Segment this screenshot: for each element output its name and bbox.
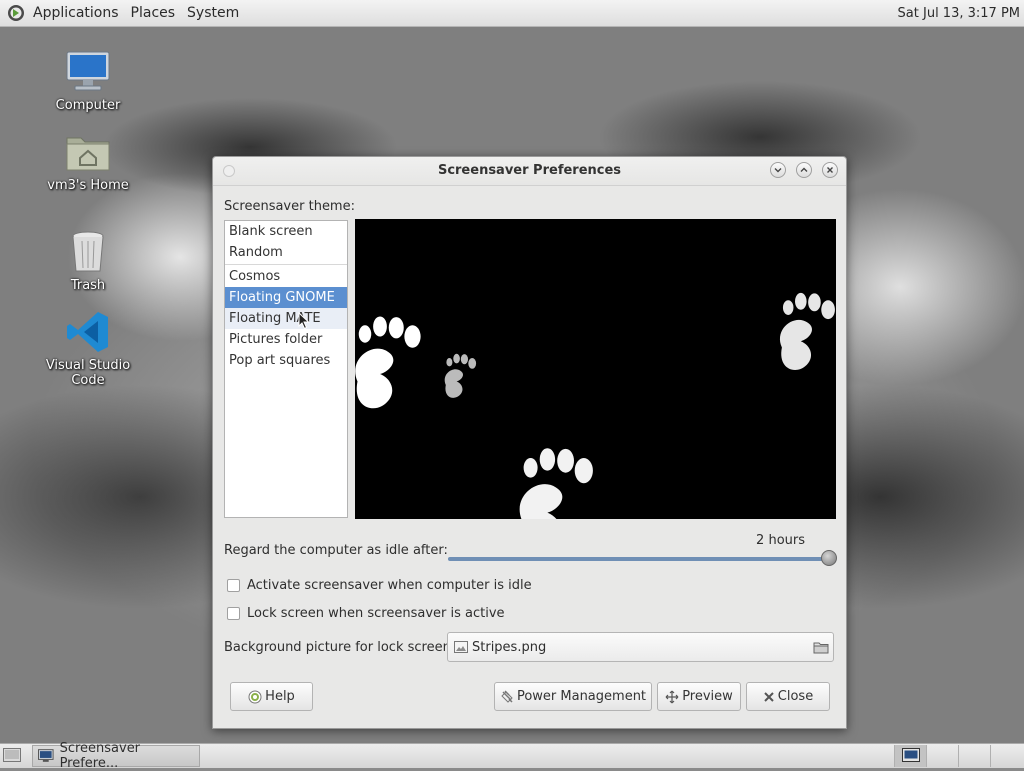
- close-button-label: Close: [777, 689, 814, 704]
- idle-slider[interactable]: [448, 550, 837, 566]
- activate-screensaver-label: Activate screensaver when computer is id…: [247, 578, 532, 593]
- close-icon: [764, 691, 774, 702]
- theme-item-floating-gnome[interactable]: Floating GNOME: [225, 287, 347, 308]
- preview-button[interactable]: Preview: [657, 682, 741, 711]
- minimize-button[interactable]: [770, 162, 786, 178]
- taskbar-item-label: Screensaver Prefere...: [59, 741, 141, 771]
- idle-label: Regard the computer as idle after:: [224, 543, 448, 558]
- idle-slider-handle[interactable]: [821, 550, 837, 566]
- desktop-icon-home[interactable]: vm3's Home: [33, 128, 143, 193]
- computer-icon: [66, 51, 110, 91]
- chevron-down-icon: [774, 168, 782, 173]
- theme-item-random[interactable]: Random: [225, 242, 347, 263]
- close-window-button[interactable]: [822, 162, 838, 178]
- workspace-4[interactable]: [990, 745, 1024, 767]
- close-button[interactable]: Close: [746, 682, 830, 711]
- trash-icon: [72, 231, 104, 272]
- vscode-icon: [67, 312, 108, 352]
- theme-item-pictures-folder[interactable]: Pictures folder: [225, 329, 347, 350]
- workspace-2[interactable]: [926, 745, 958, 767]
- theme-item-pop-art-squares[interactable]: Pop art squares: [225, 350, 347, 371]
- main-menu: Applications Places System: [0, 0, 245, 26]
- theme-list-separator: [225, 264, 347, 265]
- chevron-up-icon: [800, 167, 808, 172]
- theme-label: Screensaver theme:: [224, 199, 355, 214]
- background-file-name: Stripes.png: [472, 639, 547, 655]
- menu-system[interactable]: System: [181, 0, 245, 27]
- window-title: Screensaver Preferences: [437, 163, 622, 178]
- desktop-icon-computer[interactable]: Computer: [33, 48, 143, 113]
- help-button-label: Help: [265, 689, 295, 704]
- theme-item-floating-mate[interactable]: Floating MATE: [225, 308, 347, 329]
- desktop-icon-label: vm3's Home: [47, 178, 129, 193]
- monitor-icon: [38, 749, 54, 762]
- window-titlebar[interactable]: Screensaver Preferences: [213, 157, 846, 186]
- desktop-icon-label: Trash: [70, 278, 106, 293]
- bottom-panel: Screensaver Prefere...: [0, 741, 1024, 771]
- fullscreen-icon: [665, 690, 679, 703]
- theme-list[interactable]: Blank screen Random Cosmos Floating GNOM…: [224, 220, 348, 518]
- help-icon: [248, 690, 262, 703]
- desktop-icon-trash[interactable]: Trash: [33, 228, 143, 293]
- show-desktop-icon[interactable]: [3, 748, 21, 764]
- mouse-cursor-icon: [298, 312, 310, 330]
- folder-icon[interactable]: [813, 641, 829, 654]
- activate-screensaver-row[interactable]: Activate screensaver when computer is id…: [227, 578, 532, 593]
- home-folder-icon: [66, 137, 110, 171]
- background-picture-label: Background picture for lock screen:: [224, 640, 456, 655]
- close-icon: [827, 167, 833, 173]
- taskbar-item-screensaver-preferences[interactable]: Screensaver Prefere...: [32, 741, 200, 771]
- preview-button-label: Preview: [682, 689, 733, 704]
- lock-screen-label: Lock screen when screensaver is active: [247, 606, 505, 621]
- power-plug-icon: [501, 689, 513, 703]
- background-file-chooser[interactable]: Stripes.png: [447, 632, 834, 662]
- idle-value: 2 hours: [756, 533, 805, 548]
- top-panel: Applications Places System Sat Jul 13, 3…: [0, 0, 1024, 27]
- screensaver-preferences-window: Screensaver Preferences Screensaver them…: [212, 156, 847, 729]
- theme-item-blank-screen[interactable]: Blank screen: [225, 221, 347, 242]
- menu-applications[interactable]: Applications: [27, 0, 125, 27]
- clock[interactable]: Sat Jul 13, 3:17 PM: [898, 6, 1024, 21]
- desktop-icon-vscode[interactable]: Visual Studio Code: [33, 308, 143, 388]
- activate-screensaver-checkbox[interactable]: [227, 579, 240, 592]
- workspace-window-icon: [902, 748, 920, 762]
- image-file-icon: [454, 641, 468, 653]
- desktop-icon-label: Computer: [55, 98, 121, 113]
- maximize-button[interactable]: [796, 162, 812, 178]
- theme-item-cosmos[interactable]: Cosmos: [225, 266, 347, 287]
- workspace-1[interactable]: [894, 745, 926, 767]
- power-management-button[interactable]: Power Management: [494, 682, 652, 711]
- mate-logo-icon: [8, 5, 24, 21]
- screensaver-preview: [355, 219, 836, 519]
- workspace-3[interactable]: [958, 745, 990, 767]
- desktop-icon-label: Visual Studio Code: [45, 358, 131, 388]
- lock-screen-row[interactable]: Lock screen when screensaver is active: [227, 606, 505, 621]
- help-button[interactable]: Help: [230, 682, 313, 711]
- menu-places[interactable]: Places: [125, 0, 182, 27]
- power-management-button-label: Power Management: [516, 689, 647, 704]
- gnome-foot-preview-image: [355, 292, 835, 519]
- lock-screen-checkbox[interactable]: [227, 607, 240, 620]
